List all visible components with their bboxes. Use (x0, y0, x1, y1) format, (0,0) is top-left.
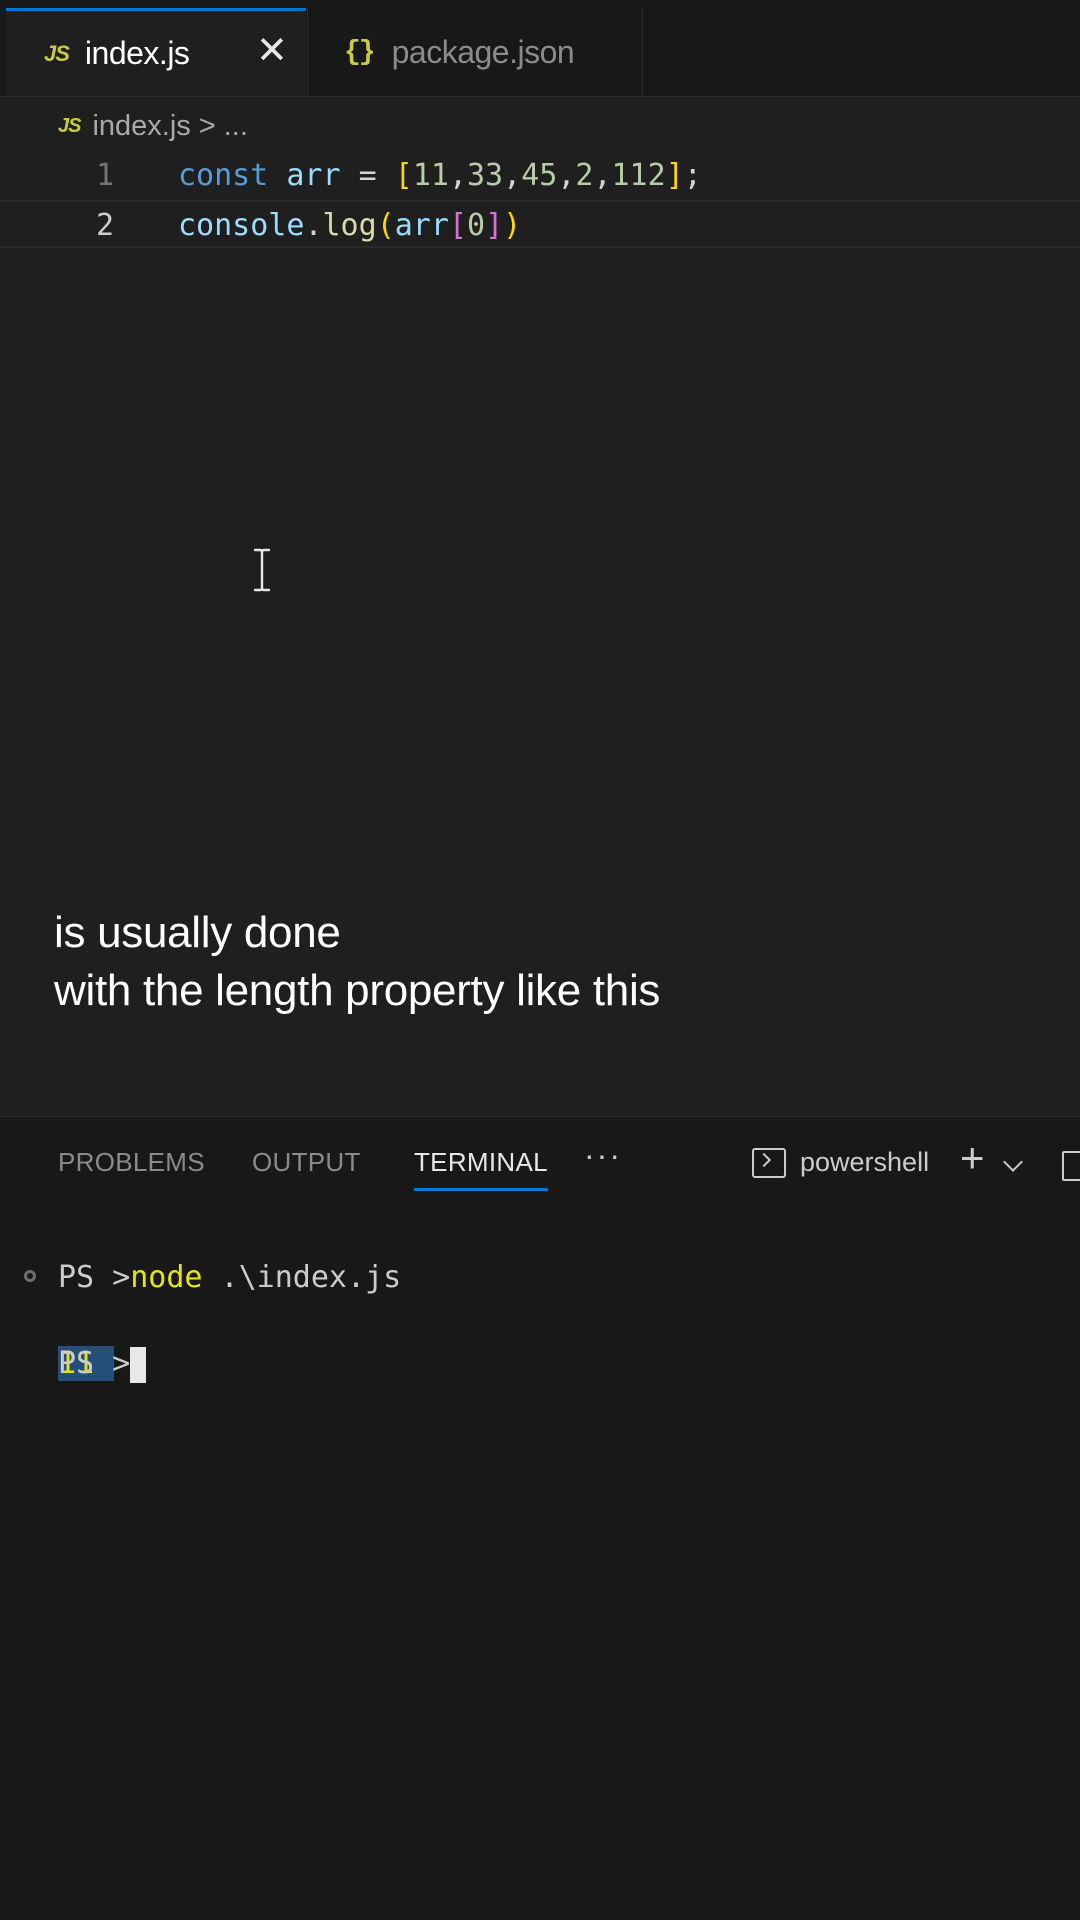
editor-tab-bar: JS index.js ✕ {} package.json (0, 0, 1080, 97)
breadcrumb-symbols[interactable]: ... (224, 110, 248, 143)
tab-label: package.json (391, 33, 575, 70)
code-text[interactable]: const arr = [11,33,45,2,112]; (178, 152, 702, 200)
code-text[interactable]: console.log(arr[0]) (178, 202, 521, 250)
javascript-file-icon: JS (58, 114, 81, 137)
terminal-line: PS > (0, 1299, 1080, 1383)
caption-line: is usually done (54, 908, 341, 957)
terminal-output[interactable]: PS >node .\index.js 11 PS > (0, 1213, 1080, 1383)
line-number: 1 (95, 158, 114, 193)
json-file-icon: {} (344, 36, 376, 68)
code-line[interactable]: 1 const arr = [11,33,45,2,112]; (0, 152, 1080, 200)
terminal-selector[interactable]: powershell (752, 1147, 929, 1178)
terminal-line: 11 (0, 1256, 1080, 1381)
panel-tab-bar: PROBLEMS OUTPUT TERMINAL ··· powershell … (0, 1117, 1080, 1197)
code-line-current[interactable]: 2 console.log(arr[0]) (0, 200, 1080, 248)
plus-icon[interactable]: + (960, 1137, 985, 1179)
line-number: 2 (95, 208, 114, 243)
chevron-down-icon[interactable] (1003, 1152, 1023, 1172)
more-icon[interactable]: ··· (584, 1137, 622, 1174)
terminal-cursor (130, 1346, 147, 1383)
vscode-window: JS index.js ✕ {} package.json JS index.j… (0, 0, 1080, 1920)
terminal-icon (752, 1147, 786, 1178)
javascript-file-icon: JS (44, 40, 70, 66)
bottom-panel: PROBLEMS OUTPUT TERMINAL ··· powershell … (0, 1116, 1080, 1920)
tab-package-json[interactable]: {} package.json (307, 8, 643, 96)
code-editor[interactable]: 1 const arr = [11,33,45,2,112]; 2 consol… (0, 152, 1080, 248)
breadcrumb-file[interactable]: index.js (92, 110, 190, 143)
text-cursor-icon (253, 548, 271, 592)
tab-output[interactable]: OUTPUT (252, 1147, 361, 1178)
shell-name: powershell (800, 1147, 930, 1177)
split-terminal-icon[interactable] (1062, 1151, 1080, 1181)
breadcrumb: JS index.js > ... (58, 104, 248, 148)
close-icon[interactable]: ✕ (256, 29, 288, 73)
tab-problems[interactable]: PROBLEMS (58, 1147, 205, 1178)
tab-index-js[interactable]: JS index.js ✕ (6, 8, 306, 96)
chevron-right-icon: > (198, 109, 216, 142)
caption-line: with the length property like this (54, 966, 661, 1015)
command-decoration-icon[interactable] (24, 1270, 36, 1282)
tab-label: index.js (84, 35, 190, 71)
video-caption: is usually done with the length property… (54, 904, 660, 1020)
prompt: PS > (58, 1346, 131, 1381)
terminal-line: PS >node .\index.js (0, 1213, 1080, 1295)
tab-terminal[interactable]: TERMINAL (414, 1147, 548, 1191)
